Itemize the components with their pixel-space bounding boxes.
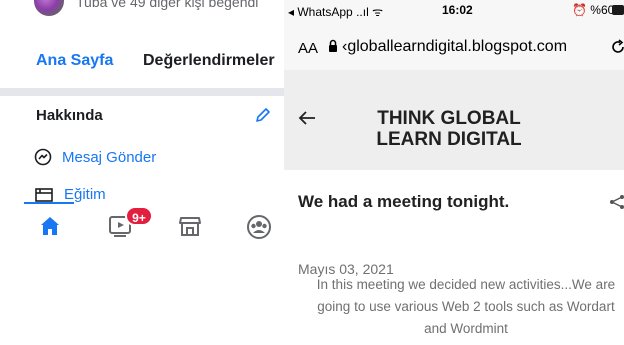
url-field[interactable]: ‹globallearndigital.blogspot.com	[342, 38, 567, 56]
facebook-page-panel: Tuba ve 49 diğer kişi beğendi Ana Sayfa …	[0, 0, 284, 345]
blog-title-line-1: THINK GLOBAL	[377, 108, 521, 129]
battery-percent: %60	[590, 3, 615, 17]
pencil-icon[interactable]	[254, 106, 272, 124]
url-text: globallearndigital.blogspot.com	[347, 38, 568, 55]
post-body-line-3: and Wordmint	[424, 321, 508, 336]
text-size-button[interactable]: AA	[298, 40, 318, 57]
share-icon[interactable]	[608, 194, 624, 210]
address-bar: AA ‹globallearndigital.blogspot.com	[284, 20, 624, 70]
blog-title-line-2: LEARN DIGITAL	[376, 129, 522, 150]
battery-icon	[612, 5, 624, 15]
post-body-line-1: In this meeting we decided new activitie…	[316, 277, 616, 292]
back-to-app-link[interactable]: ◂ WhatsApp ..ıl ᯤ	[288, 3, 383, 20]
likes-summary[interactable]: Tuba ve 49 diğer kişi beğendi	[76, 0, 258, 10]
send-message-link[interactable]: Mesaj Gönder	[34, 148, 156, 166]
safari-browser-panel: ◂ WhatsApp ..ıl ᯤ 16:02 ⏰ %60 AA ‹global…	[284, 0, 624, 345]
liker-avatar[interactable]	[34, 0, 64, 16]
bottom-navigation: 9+	[0, 202, 284, 248]
section-divider	[0, 88, 284, 96]
send-message-label: Mesaj Gönder	[62, 148, 157, 166]
tab-reviews[interactable]: Değerlendirmeler	[143, 52, 275, 70]
alarm-icon: ⏰	[572, 3, 591, 17]
reload-icon[interactable]	[610, 39, 624, 55]
post-title[interactable]: We had a meeting tonight.	[298, 192, 509, 212]
signal-wifi-icon: ..ıl ᯤ	[356, 5, 384, 19]
blog-header: THINK GLOBAL LEARN DIGITAL	[284, 70, 624, 170]
home-icon[interactable]	[38, 214, 62, 238]
status-bar: ◂ WhatsApp ..ıl ᯤ 16:02 ⏰ %60	[284, 0, 624, 20]
back-app-label: ◂ WhatsApp	[288, 5, 353, 19]
groups-icon[interactable]	[246, 214, 272, 240]
tab-home[interactable]: Ana Sayfa	[36, 52, 113, 70]
education-label: Eğitim	[64, 186, 106, 203]
post-body: In this meeting we decided new activitie…	[298, 274, 624, 340]
education-icon	[35, 187, 53, 202]
messenger-icon	[34, 148, 52, 166]
lock-icon	[329, 39, 337, 52]
marketplace-icon[interactable]	[178, 214, 202, 238]
back-arrow-icon[interactable]	[298, 110, 316, 126]
education-link[interactable]: Eğitim	[34, 186, 106, 203]
status-time: 16:02	[442, 3, 473, 17]
video-notification-badge: 9+	[125, 206, 153, 226]
post-body-line-2: going to use various Web 2 tools such as…	[317, 299, 615, 314]
about-title: Hakkında	[36, 107, 103, 124]
battery-status: ⏰ %60	[572, 3, 614, 17]
blog-title[interactable]: THINK GLOBAL LEARN DIGITAL	[324, 108, 574, 150]
active-nav-indicator	[24, 202, 74, 204]
